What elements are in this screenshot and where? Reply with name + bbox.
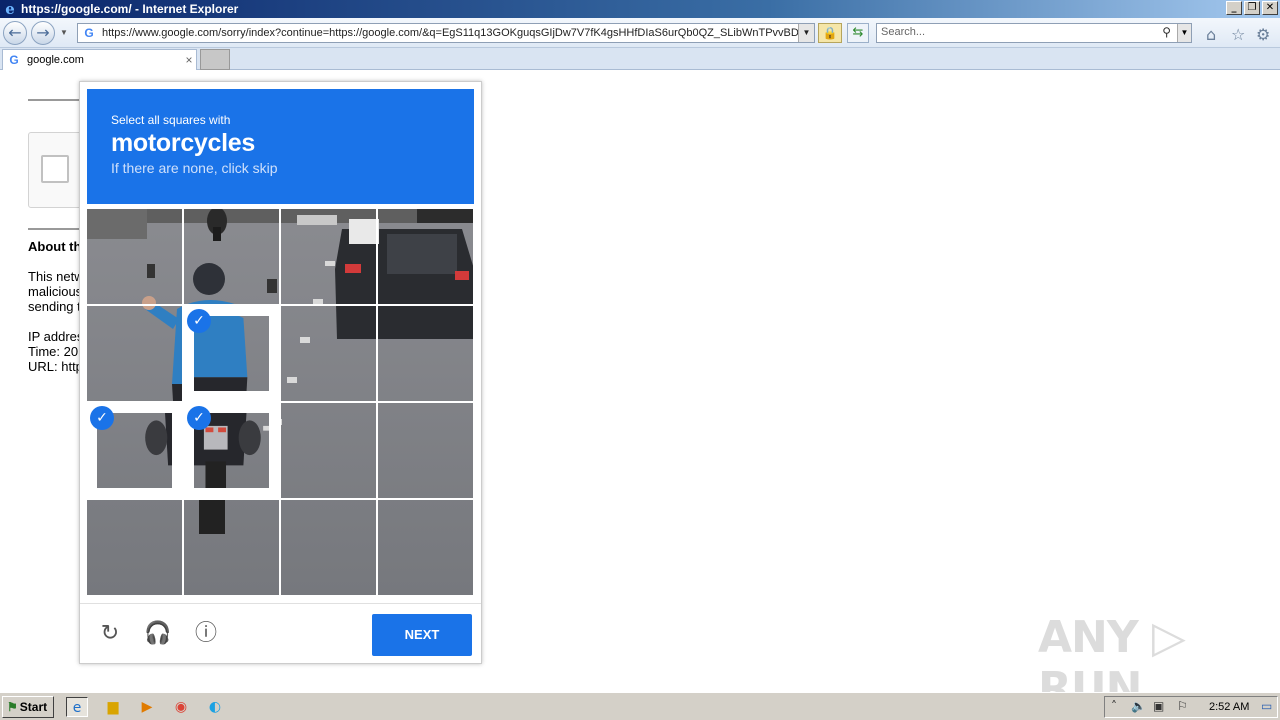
internet-explorer-icon: e [5, 0, 15, 18]
lock-icon[interactable]: 🔒 [818, 23, 842, 43]
captcha-tile[interactable] [87, 306, 182, 401]
internet-explorer-taskbar-icon[interactable]: e [66, 697, 88, 717]
windows-flag-icon: ⚑ [7, 700, 18, 714]
reload-icon[interactable]: ↻ [96, 620, 124, 648]
captcha-tile[interactable] [87, 500, 182, 595]
search-input[interactable]: Search... ⚲ ▼ [876, 23, 1192, 43]
chrome-icon[interactable]: ◉ [170, 697, 192, 717]
next-button[interactable]: NEXT [372, 614, 472, 656]
action-center-flag-icon[interactable]: ⚐ [1177, 699, 1188, 713]
check-icon: ✓ [187, 309, 211, 333]
tab-label: google.com [27, 54, 84, 66]
captcha-tile[interactable]: ✓ [184, 306, 279, 401]
window-titlebar: e https://google.com/ - Internet Explore… [0, 0, 1280, 18]
captcha-tile[interactable] [184, 500, 279, 595]
media-player-icon[interactable]: ▶ [136, 697, 158, 717]
challenge-header: Select all squares with motorcycles If t… [87, 89, 474, 204]
network-icon[interactable]: ▣ [1153, 699, 1164, 713]
google-favicon-icon: G [84, 26, 94, 40]
start-label: Start [19, 700, 48, 714]
info-icon[interactable]: ⓘ [192, 620, 220, 648]
show-desktop-icon[interactable]: ▭ [1261, 699, 1272, 713]
compatibility-refresh-icon[interactable]: ⇆ [847, 23, 869, 43]
address-dropdown-icon[interactable]: ▼ [798, 24, 814, 42]
address-url[interactable]: https://www.google.com/sorry/index?conti… [102, 27, 802, 39]
search-icon[interactable]: ⚲ [1162, 25, 1171, 39]
captcha-tile[interactable] [281, 209, 376, 304]
image-grid: ✓ ✓ ✓ [87, 209, 474, 596]
start-button[interactable]: ⚑ Start [2, 696, 54, 718]
address-bar[interactable]: G https://www.google.com/sorry/index?con… [77, 23, 815, 43]
captcha-tile[interactable]: ✓ [184, 403, 279, 498]
captcha-tile[interactable] [378, 306, 473, 401]
headphones-icon[interactable]: 🎧 [144, 620, 172, 648]
challenge-footer: ↻ 🎧 ⓘ NEXT [80, 603, 481, 663]
captcha-tile[interactable]: ✓ [87, 403, 182, 498]
challenge-instruction: Select all squares with [111, 113, 231, 127]
captcha-tile[interactable] [87, 209, 182, 304]
captcha-tile[interactable] [281, 403, 376, 498]
window-title: https://google.com/ - Internet Explorer [21, 2, 239, 16]
system-tray: ˄ 🔈 ▣ ⚐ 2:52 AM ▭ [1104, 696, 1278, 718]
challenge-hint: If there are none, click skip [111, 160, 278, 176]
history-dropdown-icon[interactable]: ▼ [60, 28, 68, 37]
taskbar: ⚑ Start e ▆ ▶ ◉ ◐ ˄ 🔈 ▣ ⚐ 2:52 AM ▭ [0, 692, 1280, 720]
tray-expand-icon[interactable]: ˄ [1111, 699, 1117, 713]
captcha-tile[interactable] [378, 209, 473, 304]
explorer-folder-icon[interactable]: ▆ [102, 697, 124, 717]
captcha-tile[interactable] [281, 500, 376, 595]
edge-icon[interactable]: ◐ [204, 697, 226, 717]
tab-google[interactable]: G google.com × [2, 49, 197, 70]
search-placeholder: Search... [881, 26, 926, 38]
google-favicon-icon: G [9, 53, 19, 67]
navigation-bar: ← → ▼ G https://www.google.com/sorry/ind… [0, 18, 1280, 48]
volume-icon[interactable]: 🔈 [1131, 699, 1146, 713]
new-tab-button[interactable] [200, 49, 230, 70]
favorites-star-icon[interactable]: ☆ [1231, 25, 1245, 44]
recaptcha-checkbox[interactable] [41, 155, 69, 183]
captcha-tile[interactable] [378, 500, 473, 595]
forward-arrow-icon[interactable]: → [31, 21, 55, 45]
check-icon: ✓ [90, 406, 114, 430]
recaptcha-challenge: Select all squares with motorcycles If t… [79, 81, 482, 664]
tab-close-icon[interactable]: × [182, 53, 196, 67]
tab-bar: G google.com × [0, 48, 1280, 70]
gear-icon[interactable]: ⚙ [1256, 25, 1270, 44]
close-button[interactable]: ✕ [1262, 1, 1278, 15]
back-arrow-icon[interactable]: ← [3, 21, 27, 45]
search-dropdown-icon[interactable]: ▼ [1177, 24, 1191, 42]
challenge-target: motorcycles [111, 129, 255, 157]
captcha-tile[interactable] [378, 403, 473, 498]
home-icon[interactable]: ⌂ [1206, 25, 1216, 44]
minimize-button[interactable]: _ [1226, 1, 1242, 15]
restore-button[interactable]: ❐ [1244, 1, 1260, 15]
clock: 2:52 AM [1209, 701, 1250, 713]
captcha-tile[interactable] [281, 306, 376, 401]
check-icon: ✓ [187, 406, 211, 430]
captcha-tile[interactable] [184, 209, 279, 304]
